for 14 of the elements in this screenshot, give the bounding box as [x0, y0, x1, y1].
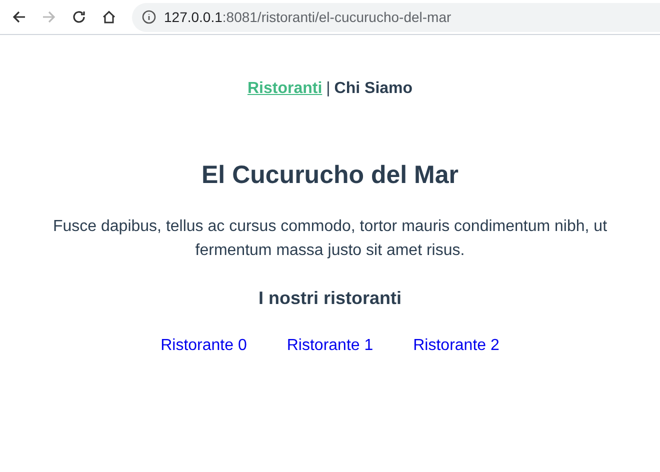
- url-text: 127.0.0.1:8081/ristoranti/el-cucurucho-del-mar: [164, 8, 452, 26]
- address-bar[interactable]: 127.0.0.1:8081/ristoranti/el-cucurucho-del-mar: [132, 2, 660, 32]
- restaurant-link[interactable]: Ristorante 1: [286, 334, 374, 358]
- description: Fusce dapibus, tellus ac cursus commodo, tortor mauris condimentum nibh, ut fermentum massa justo sit amet risus.: [52, 216, 608, 260]
- restaurant-link[interactable]: Ristorante 2: [413, 334, 500, 358]
- restaurant-link[interactable]: Ristorante 0: [160, 334, 247, 358]
- back-icon[interactable]: [12, 10, 26, 24]
- home-icon[interactable]: [102, 10, 116, 24]
- page-title: El Cucurucho del Mar: [202, 160, 458, 191]
- nav-link[interactable]: Chi Siamo: [334, 77, 413, 101]
- info-icon[interactable]: [142, 10, 156, 24]
- section-heading: I nostri ristoranti: [258, 286, 402, 310]
- nav-separator: |: [326, 79, 330, 99]
- reload-icon[interactable]: [72, 10, 86, 24]
